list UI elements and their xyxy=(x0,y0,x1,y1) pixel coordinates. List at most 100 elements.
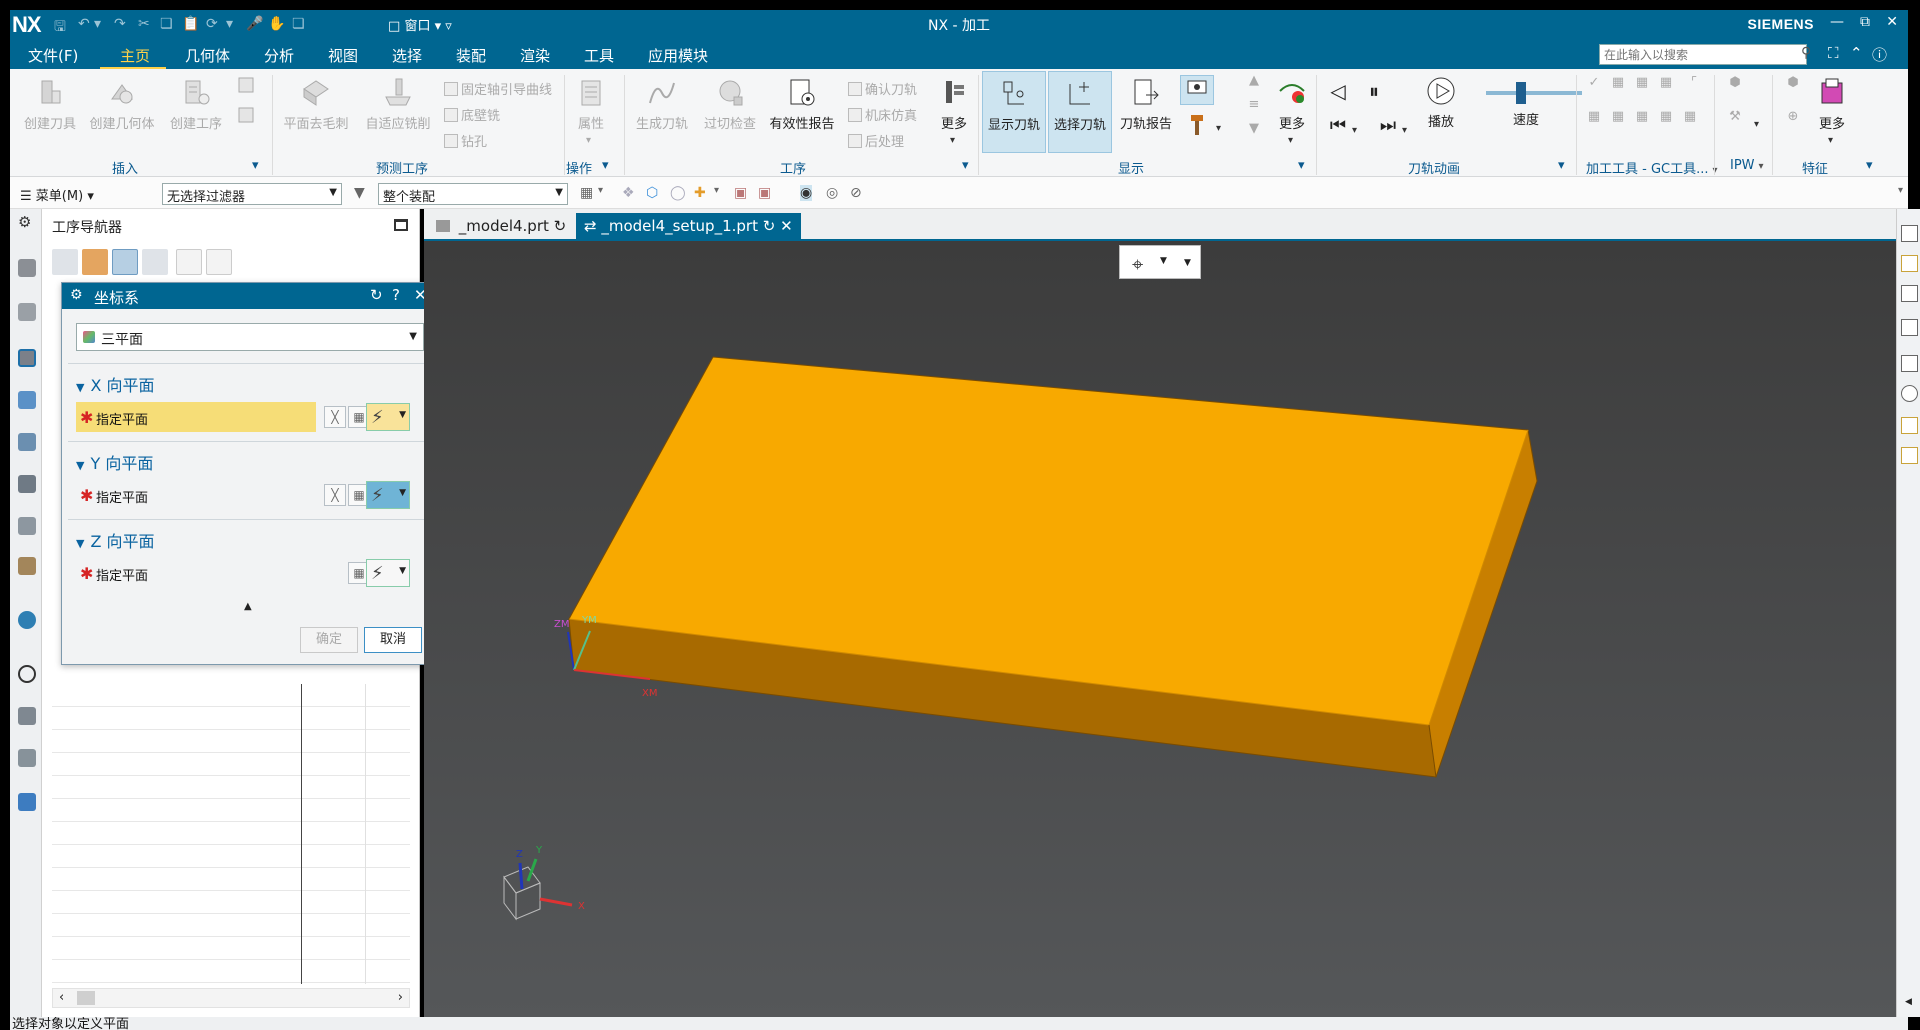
gc-tool-1[interactable]: ✓ xyxy=(1582,75,1606,90)
move-up-button[interactable]: ▲ xyxy=(1242,73,1266,88)
snap-point-toolbar[interactable]: ⌖ ▼ ▼ xyxy=(1119,245,1201,279)
group-label-animation[interactable]: 刀轨动画 xyxy=(1408,158,1460,177)
process-more-dropdown-icon[interactable]: ▾ xyxy=(950,135,955,146)
group-label-ops[interactable]: 操作 xyxy=(566,158,592,177)
feature-button-2[interactable]: ⊕ xyxy=(1778,109,1808,124)
history-clock-icon[interactable] xyxy=(18,665,36,683)
program-order-view-icon[interactable] xyxy=(52,249,78,275)
wizard-icon[interactable] xyxy=(1901,417,1918,434)
planar-deburr-button[interactable]: 平面去毛刺 xyxy=(278,77,354,132)
restore-icon[interactable]: ⧉ xyxy=(1860,14,1870,30)
group-expand-insert-icon[interactable]: ▾ xyxy=(252,158,259,173)
insert-extra-button-2[interactable] xyxy=(234,105,260,131)
gc-tool-5[interactable]: ⌜ xyxy=(1682,75,1706,90)
menu-view[interactable]: 视图 xyxy=(328,45,358,66)
postprocess-button[interactable]: 后处理 xyxy=(848,131,904,150)
menu-home[interactable]: 主页 xyxy=(120,45,150,66)
x-plane-specify-row[interactable]: ✱ 指定平面 xyxy=(76,402,316,432)
layers-button[interactable]: ≡ xyxy=(1242,97,1266,112)
z-plane-inferred-button[interactable]: ⚡ ▼ xyxy=(366,559,410,587)
visibility-off-icon[interactable]: ⊘ xyxy=(850,185,862,201)
selection-scope-select[interactable]: 整个装配 ▼ xyxy=(378,183,568,205)
machine-simulation-button[interactable]: 机床仿真 xyxy=(848,105,917,124)
scroll-left-icon[interactable]: ‹ xyxy=(59,990,64,1005)
cube-select-icon[interactable]: ▣ xyxy=(734,185,747,201)
tool-display-dropdown-icon[interactable]: ▾ xyxy=(1216,123,1221,134)
ipw-button-2[interactable]: ⚒ xyxy=(1720,109,1750,124)
crosshair-target-icon[interactable]: ⌖ xyxy=(1132,252,1143,276)
fullscreen-icon[interactable]: ⛶ xyxy=(1828,44,1839,62)
insert-extra-button-1[interactable] xyxy=(234,75,260,101)
maximize-panel-icon[interactable] xyxy=(394,219,408,231)
delete-object-icon[interactable] xyxy=(206,249,232,275)
validity-report-button[interactable]: 有效性报告 xyxy=(762,77,842,132)
horizontal-scrollbar[interactable]: ‹ › xyxy=(52,988,410,1008)
group-label-process[interactable]: 工序 xyxy=(780,158,806,177)
ipw-button-1[interactable]: ⬢ xyxy=(1720,75,1750,90)
operation-navigator-icon[interactable] xyxy=(18,349,36,367)
skip-back-button[interactable]: ⏮ xyxy=(1326,115,1350,136)
method-view-icon[interactable] xyxy=(142,249,168,275)
group-label-insert[interactable]: 插入 xyxy=(112,158,138,177)
menu-analysis[interactable]: 分析 xyxy=(264,45,294,66)
command-search-input[interactable] xyxy=(1599,44,1807,65)
menu-render[interactable]: 渲染 xyxy=(520,45,550,66)
menu-select[interactable]: 选择 xyxy=(392,45,422,66)
x-plane-clear-button[interactable]: ╳ xyxy=(324,406,346,428)
group-label-ipw[interactable]: IPW ▾ xyxy=(1730,158,1764,173)
menu-tools[interactable]: 工具 xyxy=(584,45,614,66)
geometry-view-icon[interactable] xyxy=(112,249,138,275)
menu-assembly[interactable]: 装配 xyxy=(456,45,486,66)
help-icon[interactable]: ? xyxy=(392,286,400,304)
x-plane-header[interactable]: ▼ X 向平面 xyxy=(76,372,155,396)
settings-gear-icon[interactable]: ⚙ xyxy=(18,213,36,231)
select-toolpath-button[interactable]: 选择刀轨 xyxy=(1048,71,1112,153)
generate-toolpath-button[interactable]: 生成刀轨 xyxy=(630,77,694,132)
minimize-icon[interactable]: — xyxy=(1830,14,1844,30)
add-object-icon[interactable] xyxy=(176,249,202,275)
tool-library-icon[interactable] xyxy=(18,517,36,535)
gc-tool-8[interactable]: ▦ xyxy=(1630,109,1654,124)
gear-icon[interactable]: ⚙ xyxy=(70,287,83,303)
ipw-dropdown-icon[interactable]: ▾ xyxy=(1754,119,1759,130)
gc-tool-3[interactable]: ▦ xyxy=(1630,75,1654,90)
speed-slider[interactable] xyxy=(1486,91,1582,95)
select-all-icon[interactable]: ❖ xyxy=(622,185,635,201)
process-library-icon[interactable] xyxy=(18,557,36,575)
select-mode-dropdown-icon[interactable]: ▾ xyxy=(714,185,719,196)
add-selection-icon[interactable] xyxy=(1901,285,1918,302)
y-plane-inferred-button[interactable]: ⚡ ▼ xyxy=(366,481,410,509)
skip-forward-dropdown-icon[interactable]: ▾ xyxy=(1402,125,1407,136)
step-back-button[interactable]: ◁ xyxy=(1326,79,1350,103)
y-plane-header[interactable]: ▼ Y 向平面 xyxy=(76,450,153,474)
graphics-window[interactable]: ZM YM XM Z Y X ⌖ ▼ ▼ xyxy=(424,241,1896,1017)
menu-geometry[interactable]: 几何体 xyxy=(185,45,230,66)
move-down-button[interactable]: ▼ xyxy=(1242,121,1266,136)
machine-tool-view-icon[interactable] xyxy=(82,249,108,275)
help-circle-icon[interactable] xyxy=(1901,385,1918,402)
fit-view-icon[interactable] xyxy=(1901,225,1918,242)
panel-layout-icon[interactable] xyxy=(1901,355,1918,372)
cancel-button[interactable]: 取消 xyxy=(364,627,422,653)
play-button[interactable]: 播放 xyxy=(1420,75,1462,130)
feature-navigator-icon[interactable] xyxy=(18,433,36,451)
create-geometry-button[interactable]: 创建几何体 xyxy=(86,77,158,132)
toolpath-report-button[interactable]: 刀轨报告 xyxy=(1114,77,1178,132)
part-navigator-icon[interactable] xyxy=(18,259,36,277)
lasso-select-icon[interactable]: ◯ xyxy=(670,185,686,201)
reuse-library-icon[interactable] xyxy=(18,475,36,493)
filter-funnel-icon[interactable]: ▼ xyxy=(354,185,365,201)
search-icon[interactable]: ⚲ xyxy=(1801,45,1811,61)
web-browser-icon[interactable] xyxy=(18,611,36,629)
filterbar-overflow-icon[interactable]: ▾ xyxy=(1898,185,1903,196)
fixed-axis-guide-curve-button[interactable]: 固定轴引导曲线 xyxy=(444,79,552,98)
feature-more-button[interactable]: 更多 xyxy=(1810,77,1854,132)
menu-applications[interactable]: 应用模块 xyxy=(648,45,708,66)
csys-type-select[interactable]: 三平面 ▼ xyxy=(76,323,424,351)
gouge-check-button[interactable]: 过切检查 xyxy=(698,77,762,132)
view-settings-icon[interactable] xyxy=(1901,319,1918,336)
snap-options-dropdown-icon[interactable]: ▼ xyxy=(1184,258,1191,268)
system-materials-icon[interactable] xyxy=(18,707,36,725)
display-toggle-button[interactable] xyxy=(1180,75,1214,105)
feature-button-1[interactable]: ⬢ xyxy=(1778,75,1808,90)
